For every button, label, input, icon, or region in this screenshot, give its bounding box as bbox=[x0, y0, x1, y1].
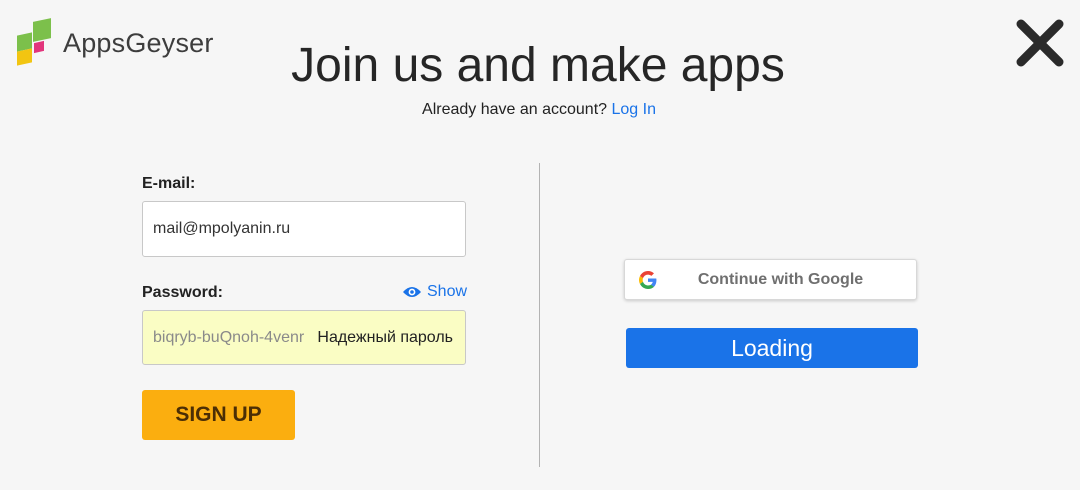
google-icon bbox=[639, 271, 657, 289]
eye-icon bbox=[403, 287, 421, 297]
email-value: mail@mpolyanin.ru bbox=[153, 220, 291, 237]
strong-password-hint: Надежный пароль bbox=[313, 311, 453, 364]
show-password-toggle[interactable]: Show bbox=[402, 283, 467, 301]
login-prompt: Already have an account? Log In bbox=[0, 101, 1078, 119]
login-link[interactable]: Log In bbox=[611, 101, 655, 118]
divider bbox=[539, 163, 540, 467]
loading-button[interactable]: Loading bbox=[626, 328, 918, 368]
password-label: Password: bbox=[142, 284, 223, 301]
password-field[interactable]: biqryb-buQnoh-4venr Надежный пароль bbox=[142, 310, 466, 365]
login-prompt-text: Already have an account? bbox=[422, 101, 608, 118]
email-label: E-mail: bbox=[142, 175, 196, 192]
sign-up-button[interactable]: SIGN UP bbox=[142, 390, 295, 440]
email-field[interactable]: mail@mpolyanin.ru bbox=[142, 201, 466, 257]
page-title: Join us and make apps bbox=[291, 39, 785, 92]
google-button-label: Continue with Google bbox=[697, 270, 864, 288]
show-label: Show bbox=[427, 283, 468, 300]
password-value: biqryb-buQnoh-4venr bbox=[153, 329, 305, 346]
continue-with-google-button[interactable]: Continue with Google bbox=[624, 259, 917, 300]
